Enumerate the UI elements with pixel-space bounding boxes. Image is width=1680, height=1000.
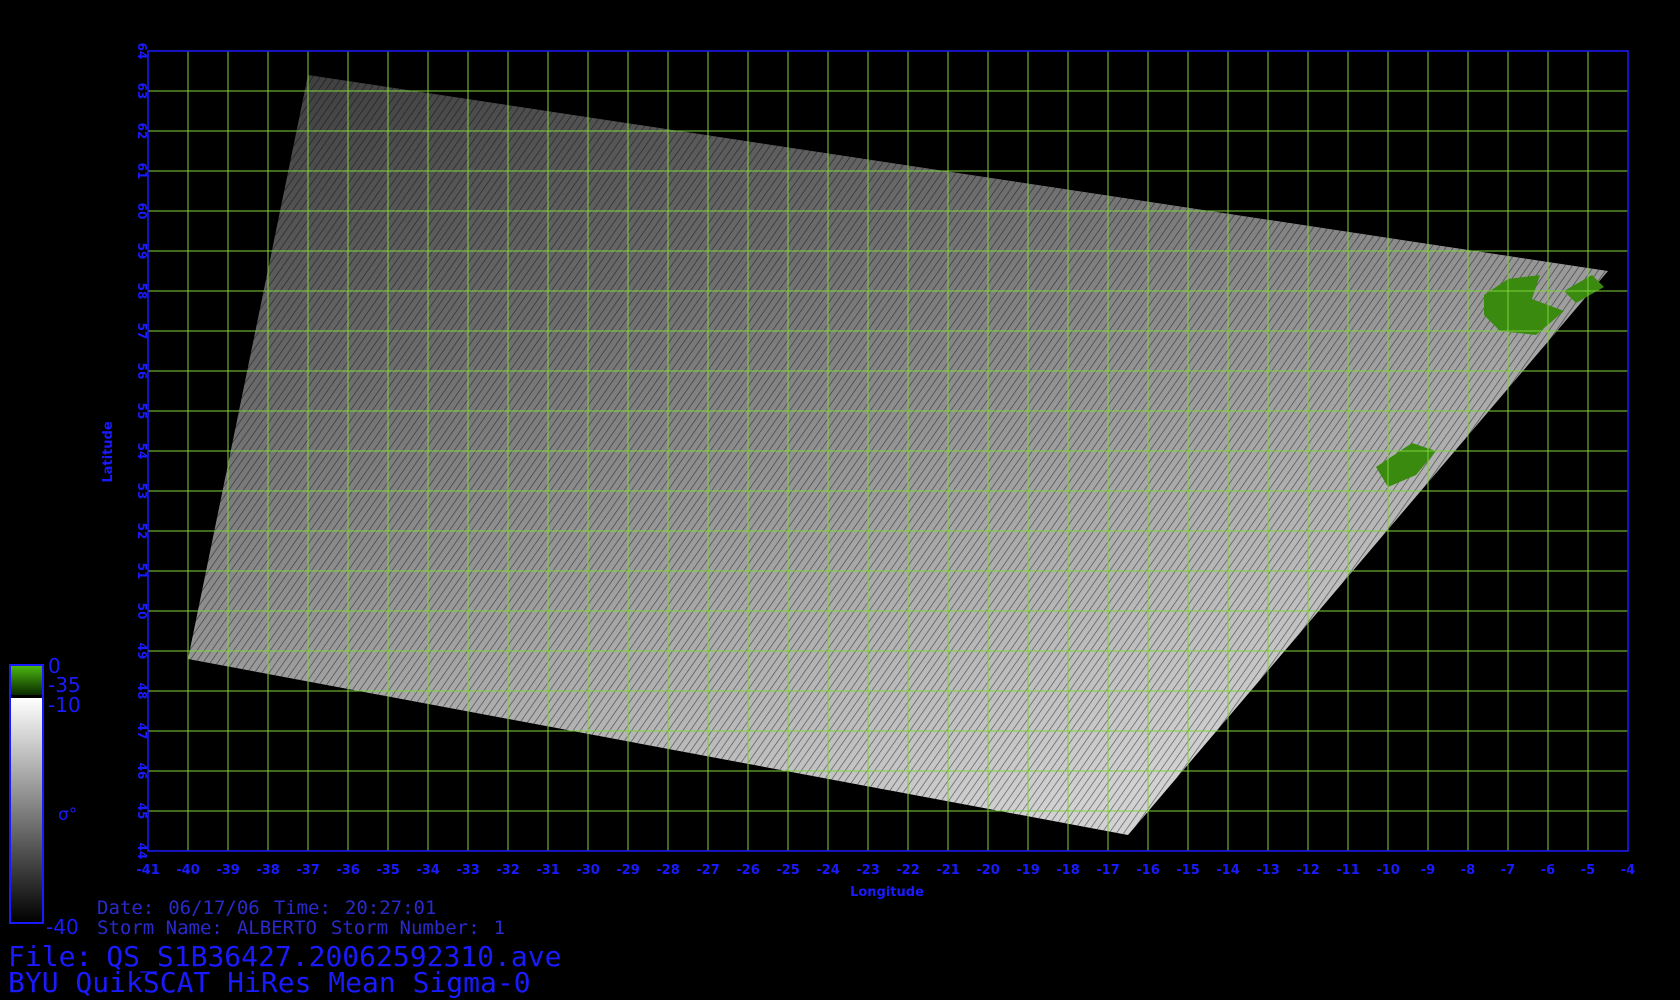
longitude-tick-label: -29 bbox=[616, 863, 640, 878]
scatterometer-map: -41 -40 -39 -38 -37 -36 -35 -34 -33 -32 -31 -30 -29-… bbox=[9, 43, 1635, 939]
latitude-tick-label: 59 bbox=[135, 243, 149, 260]
storm-number-label: Storm Number: bbox=[330, 917, 480, 939]
longitude-tick-label: -15 bbox=[1176, 863, 1200, 878]
longitude-tick-label: -4 bbox=[1621, 863, 1635, 878]
longitude-tick-label: -26 bbox=[736, 863, 760, 878]
longitude-tick-label: -10 bbox=[1376, 863, 1400, 878]
longitude-tick-label: -39 bbox=[216, 863, 240, 878]
latitude-tick-label: 47 bbox=[135, 723, 149, 740]
longitude-tick-label: -8 bbox=[1461, 863, 1475, 878]
longitude-tick-label: -30 bbox=[576, 863, 600, 878]
y-axis-label: Latitude bbox=[101, 421, 116, 483]
latitude-tick-label: 44 bbox=[135, 843, 149, 860]
longitude-tick-label: -12 bbox=[1296, 863, 1320, 878]
date-time-line: Date: 06/17/06 Time: 20:27:01 bbox=[97, 897, 450, 919]
colorbar-ocean-min: -40 bbox=[46, 915, 79, 939]
longitude-tick-label: -33 bbox=[456, 863, 480, 878]
latitude-tick-label: 49 bbox=[135, 643, 149, 660]
time-value: 20:27:01 bbox=[344, 897, 437, 919]
longitude-tick-label: -41 bbox=[136, 863, 160, 878]
date-label: Date: bbox=[97, 897, 155, 919]
longitude-tick-label: -19 bbox=[1016, 863, 1040, 878]
longitude-tick-label: -32 bbox=[496, 863, 520, 878]
colorbar-ocean-max: -10 bbox=[48, 693, 81, 717]
latitude-tick-label: 58 bbox=[135, 283, 149, 300]
lat-lon-grid bbox=[147, 50, 1629, 852]
longitude-tick-label: -38 bbox=[256, 863, 280, 878]
longitude-tick-label: -27 bbox=[696, 863, 720, 878]
longitude-tick-label: -9 bbox=[1421, 863, 1435, 878]
longitude-tick-label: -7 bbox=[1501, 863, 1515, 878]
latitude-tick-label: 45 bbox=[135, 803, 149, 820]
latitude-tick-label: 60 bbox=[135, 203, 149, 220]
product-title: BYU QuikSCAT HiRes Mean Sigma-0 bbox=[8, 966, 531, 999]
latitude-tick-label: 48 bbox=[135, 683, 149, 700]
latitude-tick-label: 55 bbox=[135, 403, 149, 420]
longitude-tick-label: -34 bbox=[416, 863, 440, 878]
longitude-tick-label: -40 bbox=[176, 863, 200, 878]
date-value: 06/17/06 bbox=[168, 897, 260, 919]
longitude-tick-label: -13 bbox=[1256, 863, 1280, 878]
longitude-tick-label: -20 bbox=[976, 863, 1000, 878]
swath bbox=[188, 75, 1608, 835]
storm-line: Storm Name: ALBERTO Storm Number: 1 bbox=[97, 917, 519, 939]
longitude-tick-label: -21 bbox=[936, 863, 960, 878]
longitude-tick-label: -5 bbox=[1581, 863, 1595, 878]
latitude-tick-label: 63 bbox=[135, 83, 149, 100]
latitude-tick-label: 53 bbox=[135, 483, 149, 500]
longitude-tick-label: -37 bbox=[296, 863, 320, 878]
longitude-tick-label: -11 bbox=[1336, 863, 1360, 878]
longitude-tick-label: -31 bbox=[536, 863, 560, 878]
longitude-tick-label: -22 bbox=[896, 863, 920, 878]
longitude-tick-label: -6 bbox=[1541, 863, 1555, 878]
storm-name-label: Storm Name: bbox=[97, 917, 223, 939]
latitude-tick-label: 56 bbox=[135, 363, 149, 380]
longitude-tick-label: -28 bbox=[656, 863, 680, 878]
x-axis-label: Longitude bbox=[850, 885, 924, 900]
longitude-tick-label: -23 bbox=[856, 863, 880, 878]
longitude-tick-label: -36 bbox=[336, 863, 360, 878]
latitude-tick-label: 50 bbox=[135, 603, 149, 620]
colorbar-label: σ° bbox=[58, 805, 77, 825]
longitude-tick-label: -24 bbox=[816, 863, 840, 878]
latitude-tick-label: 46 bbox=[135, 763, 149, 780]
longitude-tick-label: -25 bbox=[776, 863, 800, 878]
latitude-tick-label: 61 bbox=[135, 163, 149, 180]
colorbar: 0 -35 -10 -40 σ° bbox=[9, 654, 81, 939]
latitude-tick-label: 51 bbox=[135, 563, 149, 580]
latitude-tick-label: 62 bbox=[135, 123, 149, 140]
storm-number-value: 1 bbox=[493, 917, 506, 939]
longitude-tick-label: -18 bbox=[1056, 863, 1080, 878]
longitude-tick-label: -16 bbox=[1136, 863, 1160, 878]
latitude-tick-labels: 44 45 46 47 48 49 50 51 52 53 54 55 56 57 58 59 60 61 62 63… bbox=[135, 43, 149, 860]
colorbar-land-scale bbox=[10, 665, 43, 695]
colorbar-ocean-scale bbox=[10, 698, 43, 923]
latitude-tick-label: 64 bbox=[135, 43, 149, 60]
longitude-tick-label: -35 bbox=[376, 863, 400, 878]
latitude-tick-label: 52 bbox=[135, 523, 149, 540]
time-label: Time: bbox=[273, 897, 331, 919]
longitude-tick-labels: -41 -40 -39 -38 -37 -36 -35 -34 -33 -32 -31 -30 -29 -… bbox=[136, 863, 1635, 878]
longitude-tick-label: -17 bbox=[1096, 863, 1120, 878]
longitude-tick-label: -14 bbox=[1216, 863, 1240, 878]
latitude-tick-label: 54 bbox=[135, 443, 149, 460]
latitude-tick-label: 57 bbox=[135, 323, 149, 340]
storm-name-value: ALBERTO bbox=[236, 917, 317, 939]
